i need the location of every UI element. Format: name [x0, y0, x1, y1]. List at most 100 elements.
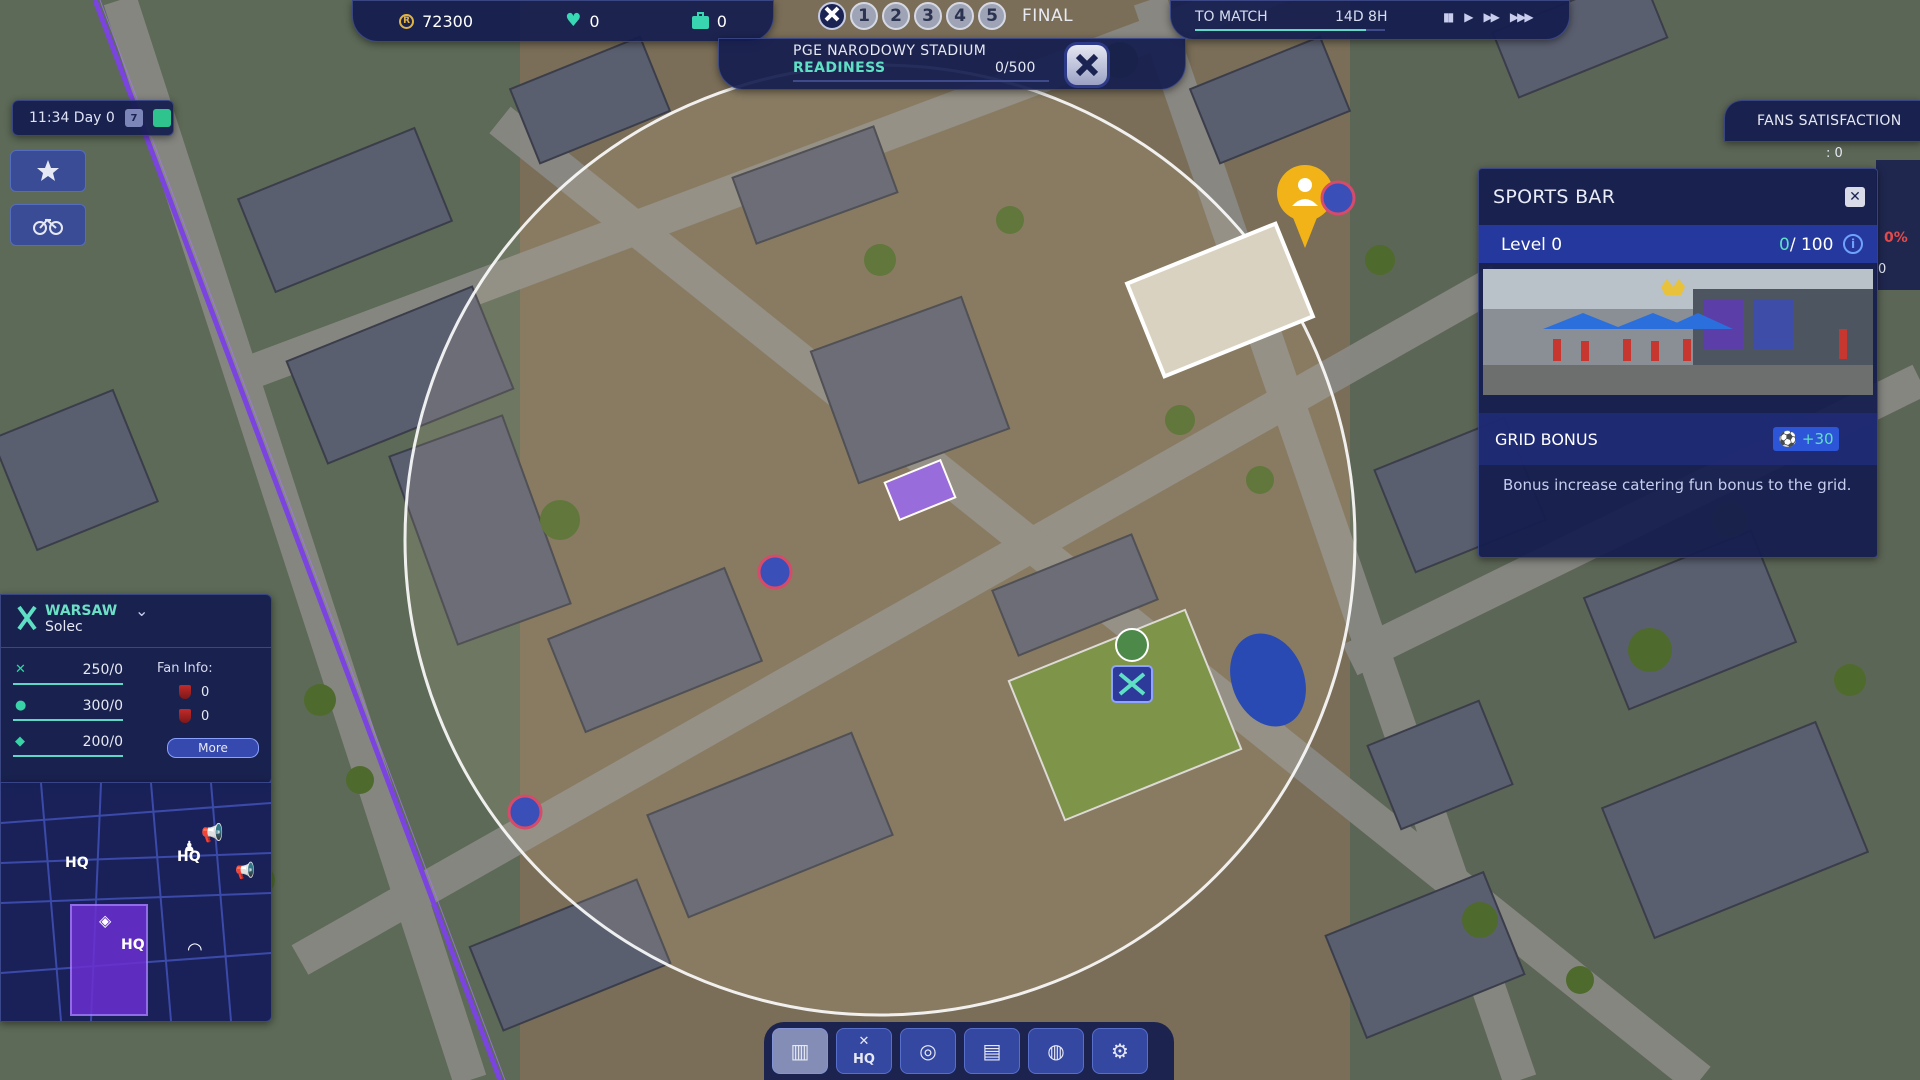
star-icon: [37, 160, 59, 181]
close-button[interactable]: ✕: [1845, 187, 1865, 207]
to-match-label: TO MATCH: [1195, 9, 1268, 25]
minimap[interactable]: HQ HQ HQ 📢 📢 ♟ ◈ ◠: [0, 782, 272, 1022]
map-icon: ▤: [982, 1039, 1002, 1063]
globe-icon: ◍: [1047, 1039, 1065, 1063]
hearts-counter: ♥ 0: [565, 12, 599, 31]
bottom-toolbar: ▥ ✕ HQ ◎ ▤ ◍ ⚙: [764, 1022, 1174, 1080]
fan-info-label: Fan Info:: [157, 661, 213, 676]
grid-bonus-row: GRID BONUS ⚽ +30: [1479, 413, 1877, 465]
transport-button[interactable]: [10, 204, 86, 246]
map-button[interactable]: ▤: [964, 1028, 1020, 1074]
side-zero: 0: [1878, 262, 1887, 277]
tournament-rounds: 1 2 3 4 5 FINAL: [818, 2, 1073, 30]
stats-icon: ▥: [790, 1039, 810, 1063]
sports-bar-image: [1483, 269, 1873, 395]
match-timer-bar: TO MATCH 14D 8H ▮▮ ▶ ▶▶ ▶▶▶: [1170, 0, 1570, 40]
minimap-hq-label[interactable]: HQ: [65, 855, 89, 871]
district-icon: [17, 605, 37, 631]
cases-counter: 0: [691, 11, 727, 31]
readiness-label: READINESS: [793, 60, 886, 76]
readiness-progress-bar: [793, 80, 1049, 82]
stadium-emblem-icon[interactable]: [1067, 45, 1107, 85]
game-clock: 11:34 Day 0 7: [12, 100, 174, 136]
grid-bonus-badge: ⚽ +30: [1773, 427, 1839, 451]
team-emblem-icon[interactable]: [818, 2, 846, 30]
side-percent: 0%: [1884, 230, 1908, 246]
round-1[interactable]: 1: [850, 2, 878, 30]
megaphone-icon[interactable]: 📢: [235, 861, 255, 880]
ball-icon: ●: [15, 698, 27, 713]
stat-row-tools: ✕ 250/0: [13, 661, 123, 685]
grid-bonus-description: Bonus increase catering fun bonus to the…: [1503, 476, 1852, 494]
pause-icon[interactable]: ▮▮: [1443, 10, 1454, 24]
shield-icon: ◆: [15, 734, 25, 749]
building-info-panel: SPORTS BAR ✕ Level 0 0/ 100 i GRID BONUS…: [1478, 168, 1878, 558]
round-5[interactable]: 5: [978, 2, 1006, 30]
stats-button[interactable]: ▥: [772, 1028, 828, 1074]
building-title: SPORTS BAR: [1493, 186, 1616, 208]
cases-value: 0: [716, 11, 727, 31]
stat-value: 300/0: [82, 698, 123, 714]
final-label: FINAL: [1022, 6, 1074, 26]
stadium-icon[interactable]: ◠: [187, 939, 203, 960]
more-button[interactable]: More: [167, 738, 259, 758]
stat-row-shield: ◆ 200/0: [13, 733, 123, 757]
megaphone-icon[interactable]: 📢: [201, 823, 223, 844]
round-4[interactable]: 4: [946, 2, 974, 30]
fastest-forward-icon[interactable]: ▶▶▶: [1510, 10, 1534, 24]
stat-row-ball: ● 300/0: [13, 697, 123, 721]
level-row: Level 0 0/ 100 i: [1479, 225, 1877, 263]
hq-button-label: HQ: [853, 1052, 875, 1067]
coins-value: 72300: [422, 11, 473, 31]
calendar-icon[interactable]: 7: [125, 109, 143, 127]
match-progress-bar: [1195, 29, 1385, 31]
fans-satisfaction-label: FANS SATISFACTION: [1757, 113, 1902, 129]
fans-satisfaction-value: : 0: [1826, 146, 1843, 161]
cards-icon[interactable]: [153, 109, 171, 127]
resources-bar: R 72300 ♥ 0 0: [352, 0, 774, 42]
minimap-hq-label[interactable]: HQ: [121, 937, 145, 953]
hq-icon: ✕: [858, 1034, 870, 1049]
fans-satisfaction-panel[interactable]: FANS SATISFACTION: [1724, 100, 1920, 142]
globe-button[interactable]: ◍: [1028, 1028, 1084, 1074]
fast-forward-icon[interactable]: ▶▶: [1483, 10, 1500, 24]
stadium-readiness-panel[interactable]: PGE NARODOWY STADIUM READINESS 0/500: [718, 38, 1186, 90]
settings-icon: ⚙: [1111, 1039, 1129, 1063]
stat-value: 250/0: [82, 662, 123, 678]
divider: [1, 647, 271, 648]
level-label: Level 0: [1501, 235, 1563, 255]
selected-marker-icon[interactable]: ◈: [99, 911, 111, 930]
fan-value: 0: [201, 709, 210, 724]
person-icon[interactable]: ♟: [183, 839, 196, 855]
ball-icon: ⚽: [1778, 430, 1798, 448]
play-icon[interactable]: ▶: [1464, 10, 1473, 24]
hearts-value: 0: [589, 11, 600, 31]
chevron-down-icon[interactable]: ⌄: [135, 601, 148, 620]
club-crest-icon: [179, 685, 191, 699]
city-info-panel: WARSAW Solec ⌄ ✕ 250/0 ● 300/0 ◆ 200/0 F…: [0, 594, 272, 784]
stadium-button[interactable]: ◎: [900, 1028, 956, 1074]
readiness-value: 0/500: [995, 60, 1036, 76]
level-progress: 0/ 100: [1779, 235, 1834, 255]
round-2[interactable]: 2: [882, 2, 910, 30]
club-crest-icon: [179, 709, 191, 723]
clock-time: 11:34 Day 0: [29, 110, 115, 126]
match-countdown: 14D 8H: [1335, 9, 1388, 25]
favorites-button[interactable]: [10, 150, 86, 192]
bike-icon: [33, 218, 63, 235]
stadium-icon: ◎: [919, 1039, 937, 1063]
coin-icon: R: [399, 13, 415, 29]
round-3[interactable]: 3: [914, 2, 942, 30]
game-speed-controls: ▮▮ ▶ ▶▶ ▶▶▶: [1443, 10, 1534, 24]
coins-counter: R 72300: [399, 12, 473, 31]
district-name: Solec: [45, 619, 83, 635]
stadium-name: PGE NARODOWY STADIUM: [793, 43, 987, 59]
tools-icon: ✕: [15, 662, 26, 677]
settings-button[interactable]: ⚙: [1092, 1028, 1148, 1074]
info-icon[interactable]: i: [1843, 234, 1863, 254]
hq-button[interactable]: ✕ HQ: [836, 1028, 892, 1074]
stat-value: 200/0: [82, 734, 123, 750]
grid-bonus-label: GRID BONUS: [1495, 430, 1598, 449]
grid-bonus-value: +30: [1801, 430, 1834, 448]
minimap-roads: [1, 783, 271, 1021]
